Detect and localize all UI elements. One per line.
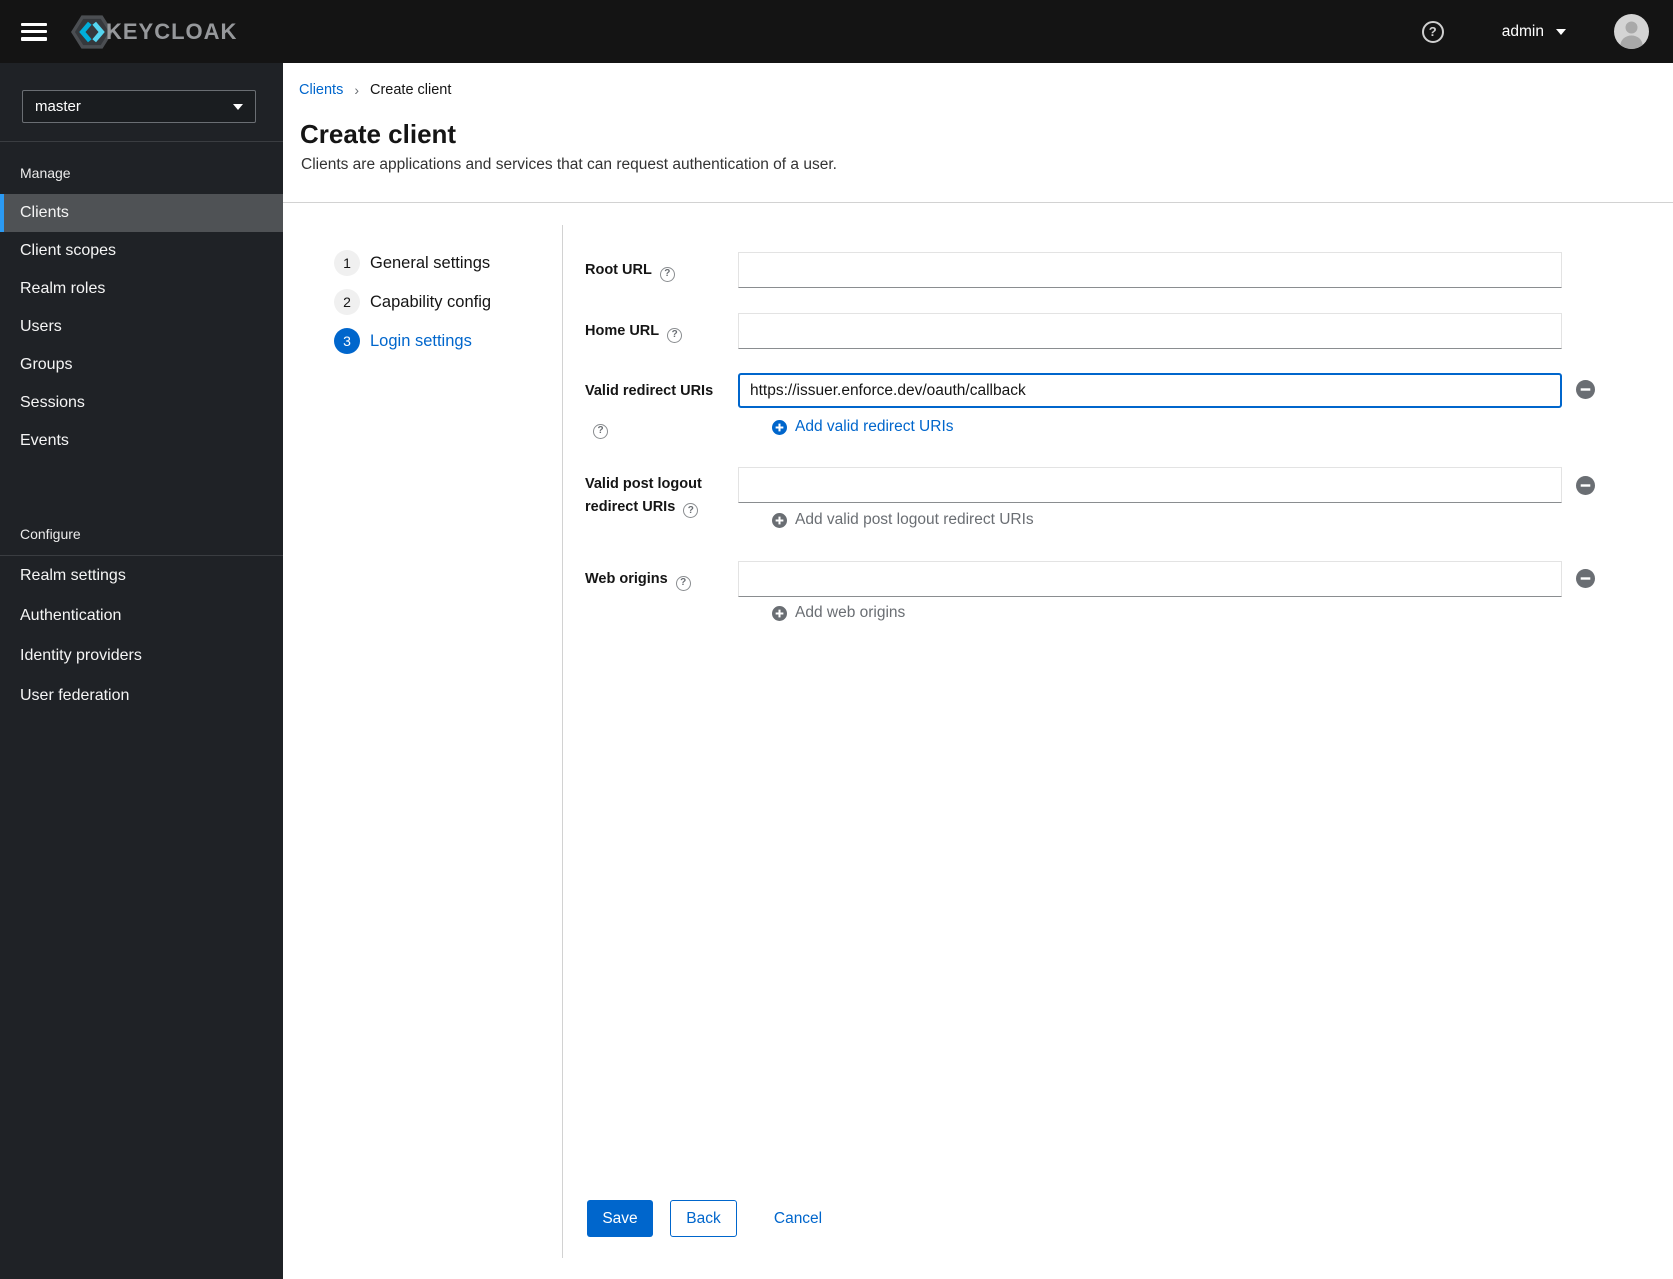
wizard-step-login-settings[interactable]: 3 Login settings — [334, 328, 472, 354]
root-url-label: Root URL? — [585, 252, 733, 288]
wizard-form-divider — [562, 225, 563, 1258]
chevron-down-icon — [233, 103, 243, 110]
sidebar-item-groups[interactable]: Groups — [0, 346, 283, 384]
step-number-2: 2 — [334, 289, 360, 315]
hamburger-menu-icon[interactable] — [21, 22, 47, 41]
home-url-help-icon[interactable]: ? — [667, 327, 683, 343]
home-url-input[interactable] — [738, 313, 1562, 349]
add-valid-redirect-uris-link[interactable]: Add valid redirect URIs — [772, 418, 954, 436]
valid-redirect-uris-input[interactable] — [738, 373, 1562, 408]
home-url-label: Home URL? — [585, 313, 733, 349]
sidebar-item-identity-providers[interactable]: Identity providers — [0, 636, 283, 676]
sidebar: master Manage Clients Client scopes Real… — [0, 63, 283, 1279]
breadcrumb: Clients › Create client — [299, 82, 451, 98]
sidebar-item-client-scopes[interactable]: Client scopes — [0, 232, 283, 270]
sidebar-item-user-federation[interactable]: User federation — [0, 676, 283, 716]
add-post-logout-uris-link[interactable]: Add valid post logout redirect URIs — [772, 511, 1034, 529]
step-number-1: 1 — [334, 250, 360, 276]
sidebar-item-authentication[interactable]: Authentication — [0, 596, 283, 636]
root-url-help-icon[interactable]: ? — [659, 266, 675, 282]
page-title: Create client — [300, 119, 457, 149]
nav-section-configure: Configure — [20, 526, 81, 542]
root-url-input[interactable] — [738, 252, 1562, 288]
wizard-step-general-settings[interactable]: 1 General settings — [334, 250, 490, 276]
sidebar-item-clients[interactable]: Clients — [0, 194, 283, 232]
post-logout-uris-input[interactable] — [738, 467, 1562, 503]
realm-name: master — [35, 98, 81, 115]
avatar[interactable] — [1614, 14, 1649, 49]
help-icon[interactable]: ? — [1421, 20, 1444, 43]
keycloak-logo[interactable]: KEYCLOAK — [71, 11, 237, 53]
brand-wordmark: KEYCLOAK — [106, 18, 238, 44]
web-origins-input[interactable] — [738, 561, 1562, 597]
nav-manage-items: Clients Client scopes Realm roles Users … — [0, 194, 283, 460]
page-subtitle: Clients are applications and services th… — [301, 156, 837, 173]
post-logout-uris-label: Valid post logout redirect URIs? — [585, 476, 702, 518]
realm-selector-area: master — [0, 63, 283, 142]
post-logout-uris-help-icon[interactable]: ? — [683, 503, 699, 518]
remove-post-logout-uri-button[interactable] — [1576, 476, 1595, 495]
user-dropdown[interactable]: admin — [1502, 23, 1566, 41]
valid-redirect-uris-label: Valid redirect URIs? — [585, 373, 733, 439]
sidebar-item-events[interactable]: Events — [0, 422, 283, 460]
web-origins-help-icon[interactable]: ? — [675, 575, 691, 591]
save-button[interactable]: Save — [587, 1200, 653, 1237]
sidebar-item-realm-settings[interactable]: Realm settings — [0, 556, 283, 596]
page-header-divider — [283, 202, 1673, 203]
step-number-3: 3 — [334, 328, 360, 354]
realm-selector[interactable]: master — [22, 90, 256, 123]
main-content: Clients › Create client Create client Cl… — [283, 63, 1673, 1279]
sidebar-item-sessions[interactable]: Sessions — [0, 384, 283, 422]
sidebar-item-users[interactable]: Users — [0, 308, 283, 346]
nav-configure-items: Realm settings Authentication Identity p… — [0, 556, 283, 716]
plus-circle-icon — [772, 512, 787, 528]
plus-circle-icon — [772, 605, 787, 621]
breadcrumb-clients-link[interactable]: Clients — [299, 82, 343, 98]
add-web-origins-link[interactable]: Add web origins — [772, 604, 905, 622]
remove-web-origin-button[interactable] — [1576, 569, 1595, 588]
back-button[interactable]: Back — [670, 1200, 737, 1237]
keycloak-admin-console: KEYCLOAK ? admin master Manage Clients C… — [0, 0, 1673, 1279]
masthead: KEYCLOAK ? admin — [0, 0, 1673, 63]
chevron-down-icon — [1556, 28, 1566, 35]
breadcrumb-separator-icon: › — [354, 82, 359, 98]
web-origins-label: Web origins? — [585, 561, 733, 597]
cancel-button[interactable]: Cancel — [768, 1200, 828, 1237]
remove-redirect-uri-button[interactable] — [1576, 380, 1595, 399]
nav-section-manage: Manage — [20, 165, 71, 181]
valid-redirect-uris-help-icon[interactable]: ? — [593, 423, 608, 439]
sidebar-item-realm-roles[interactable]: Realm roles — [0, 270, 283, 308]
username: admin — [1501, 22, 1544, 40]
breadcrumb-current: Create client — [370, 82, 452, 98]
plus-circle-icon — [772, 419, 787, 435]
wizard-step-capability-config[interactable]: 2 Capability config — [334, 289, 491, 315]
